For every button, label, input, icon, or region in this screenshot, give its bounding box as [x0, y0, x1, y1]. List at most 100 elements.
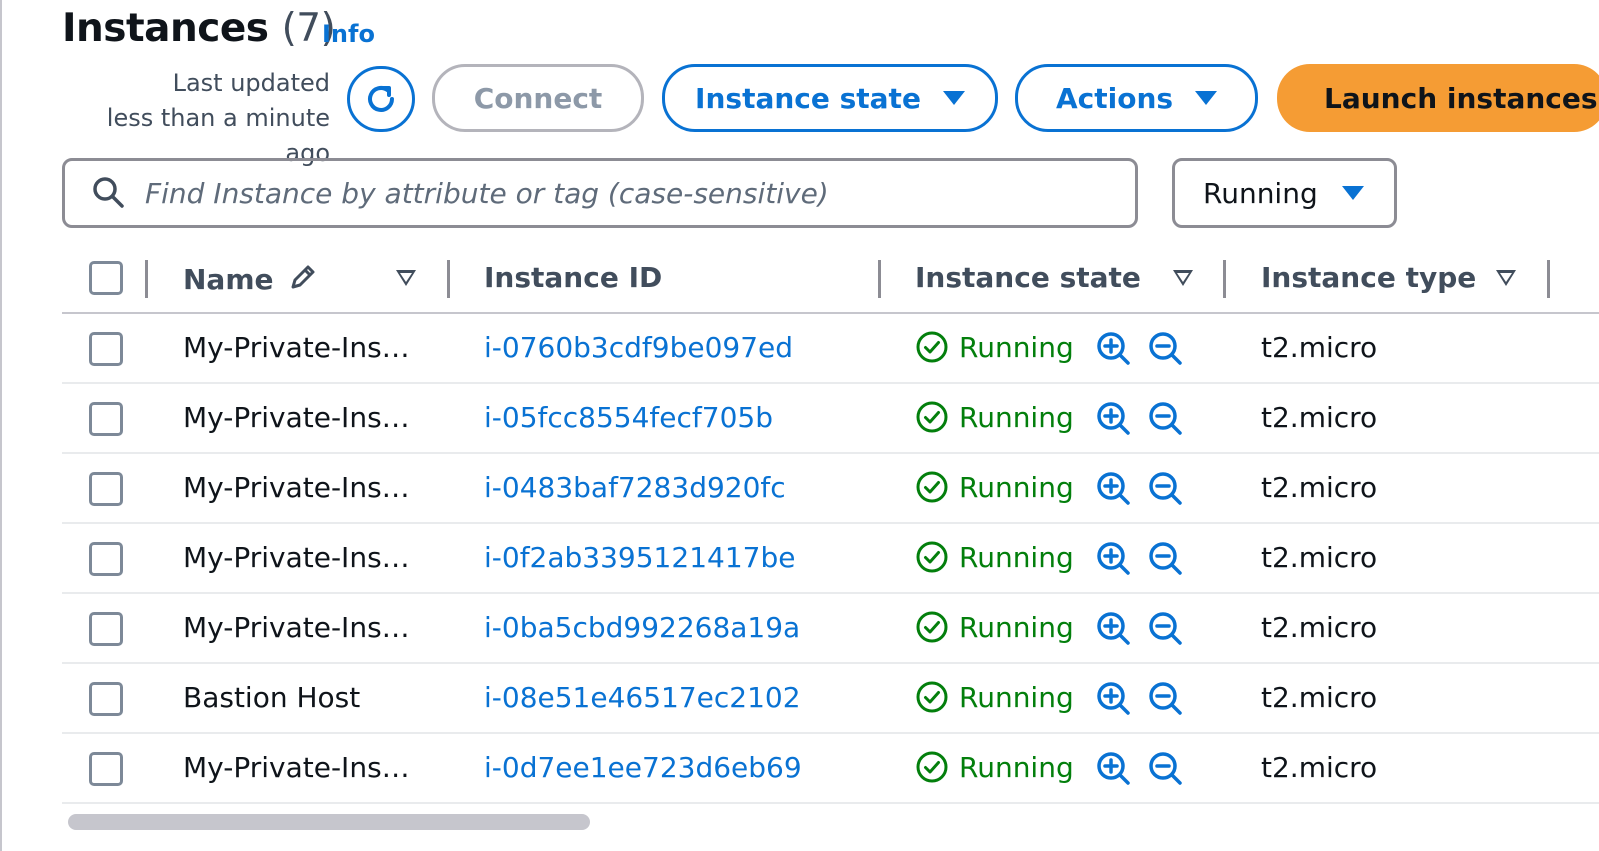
- instance-type: t2.micro: [1261, 471, 1378, 504]
- instance-state: Running: [915, 400, 1074, 434]
- instances-table: Name Instance ID Instance state Instance…: [62, 246, 1599, 804]
- page-edge: [0, 0, 2, 851]
- check-circle-icon: [916, 331, 948, 363]
- state-filter-value: Running: [1203, 176, 1318, 210]
- search-box[interactable]: [62, 158, 1138, 228]
- instance-state: Running: [915, 610, 1074, 644]
- sort-caret-icon[interactable]: [1173, 270, 1193, 286]
- refresh-icon: [368, 86, 394, 112]
- actions-button[interactable]: Actions: [1015, 64, 1258, 132]
- instance-name: My-Private-Ins…: [183, 751, 410, 784]
- search-input[interactable]: [143, 175, 1135, 211]
- caret-down-icon: [1341, 186, 1364, 200]
- actions-button-label: Actions: [1055, 81, 1174, 115]
- instance-state-button[interactable]: Instance state: [662, 64, 998, 132]
- column-header-instance-id[interactable]: Instance ID: [484, 261, 662, 294]
- instance-type: t2.micro: [1261, 331, 1378, 364]
- table-row[interactable]: Bastion Host i-08e51e46517ec2102 Running…: [62, 664, 1599, 734]
- refresh-button[interactable]: [347, 66, 415, 132]
- column-divider[interactable]: [878, 260, 881, 298]
- row-checkbox[interactable]: [89, 682, 123, 716]
- instance-type: t2.micro: [1261, 401, 1378, 434]
- scrollbar-thumb[interactable]: [68, 814, 590, 830]
- column-header-instance-state[interactable]: Instance state: [915, 261, 1141, 294]
- table-row[interactable]: My-Private-Ins… i-0760b3cdf9be097ed Runn…: [62, 314, 1599, 384]
- zoom-out-icon[interactable]: [1147, 330, 1185, 368]
- instance-id-link[interactable]: i-0d7ee1ee723d6eb69: [484, 751, 802, 784]
- instance-state: Running: [915, 470, 1074, 504]
- sort-caret-icon[interactable]: [1496, 270, 1516, 286]
- row-checkbox[interactable]: [89, 752, 123, 786]
- zoom-out-icon[interactable]: [1147, 610, 1185, 648]
- table-row[interactable]: My-Private-Ins… i-0ba5cbd992268a19a Runn…: [62, 594, 1599, 664]
- table-body: My-Private-Ins… i-0760b3cdf9be097ed Runn…: [62, 314, 1599, 804]
- instance-type: t2.micro: [1261, 611, 1378, 644]
- pencil-icon: [291, 265, 315, 289]
- column-header-name[interactable]: Name: [183, 261, 319, 296]
- zoom-in-icon[interactable]: [1095, 400, 1133, 438]
- column-header-instance-type[interactable]: Instance type: [1261, 261, 1476, 294]
- instance-state: Running: [915, 330, 1074, 364]
- zoom-out-icon[interactable]: [1147, 540, 1185, 578]
- info-link[interactable]: Info: [322, 20, 375, 48]
- column-divider[interactable]: [145, 260, 148, 298]
- column-header-name-label: Name: [183, 263, 274, 296]
- state-filter-select[interactable]: Running: [1172, 158, 1397, 228]
- instance-state: Running: [915, 750, 1074, 784]
- instance-state-button-label: Instance state: [695, 81, 921, 115]
- instance-type: t2.micro: [1261, 681, 1378, 714]
- instance-name: Bastion Host: [183, 681, 361, 714]
- connect-button-label: Connect: [473, 81, 603, 115]
- zoom-out-icon[interactable]: [1147, 750, 1185, 788]
- instance-id-link[interactable]: i-05fcc8554fecf705b: [484, 401, 773, 434]
- instance-state-label: Running: [959, 400, 1074, 434]
- zoom-out-icon[interactable]: [1147, 470, 1185, 508]
- instance-state: Running: [915, 680, 1074, 714]
- instance-state-label: Running: [959, 680, 1074, 714]
- table-row[interactable]: My-Private-Ins… i-05fcc8554fecf705b Runn…: [62, 384, 1599, 454]
- zoom-in-icon[interactable]: [1095, 680, 1133, 718]
- select-all-checkbox[interactable]: [89, 261, 123, 295]
- page-title: Instances (7): [62, 6, 336, 51]
- horizontal-scrollbar[interactable]: [62, 812, 1599, 832]
- instance-id-link[interactable]: i-0483baf7283d920fc: [484, 471, 786, 504]
- instance-id-link[interactable]: i-0ba5cbd992268a19a: [484, 611, 800, 644]
- check-circle-icon: [916, 751, 948, 783]
- zoom-in-icon[interactable]: [1095, 750, 1133, 788]
- zoom-out-icon[interactable]: [1147, 680, 1185, 718]
- row-checkbox[interactable]: [89, 402, 123, 436]
- table-row[interactable]: My-Private-Ins… i-0483baf7283d920fc Runn…: [62, 454, 1599, 524]
- row-checkbox[interactable]: [89, 612, 123, 646]
- instance-id-link[interactable]: i-0760b3cdf9be097ed: [484, 331, 793, 364]
- row-checkbox[interactable]: [89, 472, 123, 506]
- table-row[interactable]: My-Private-Ins… i-0d7ee1ee723d6eb69 Runn…: [62, 734, 1599, 804]
- caret-down-icon: [1195, 91, 1218, 105]
- table-header: Name Instance ID Instance state Instance…: [62, 246, 1599, 314]
- column-divider[interactable]: [447, 260, 450, 298]
- zoom-out-icon[interactable]: [1147, 400, 1185, 438]
- check-circle-icon: [916, 471, 948, 503]
- column-divider[interactable]: [1223, 260, 1226, 298]
- instance-id-link[interactable]: i-0f2ab3395121417be: [484, 541, 795, 574]
- zoom-in-icon[interactable]: [1095, 330, 1133, 368]
- launch-instances-button[interactable]: Launch instances: [1277, 64, 1599, 132]
- row-checkbox[interactable]: [89, 332, 123, 366]
- last-updated-label: Last updated: [172, 69, 330, 97]
- row-checkbox[interactable]: [89, 542, 123, 576]
- zoom-in-icon[interactable]: [1095, 540, 1133, 578]
- launch-instances-label: Launch instances: [1324, 81, 1598, 115]
- instance-id-link[interactable]: i-08e51e46517ec2102: [484, 681, 801, 714]
- instance-state-label: Running: [959, 540, 1074, 574]
- table-row[interactable]: My-Private-Ins… i-0f2ab3395121417be Runn…: [62, 524, 1599, 594]
- page-title-text: Instances: [62, 6, 269, 51]
- sort-caret-icon[interactable]: [396, 270, 416, 286]
- instance-state: Running: [915, 540, 1074, 574]
- check-circle-icon: [916, 611, 948, 643]
- instance-state-label: Running: [959, 750, 1074, 784]
- zoom-in-icon[interactable]: [1095, 610, 1133, 648]
- instance-name: My-Private-Ins…: [183, 331, 410, 364]
- column-divider[interactable]: [1547, 260, 1550, 298]
- instance-state-label: Running: [959, 330, 1074, 364]
- zoom-in-icon[interactable]: [1095, 470, 1133, 508]
- connect-button[interactable]: Connect: [432, 64, 644, 132]
